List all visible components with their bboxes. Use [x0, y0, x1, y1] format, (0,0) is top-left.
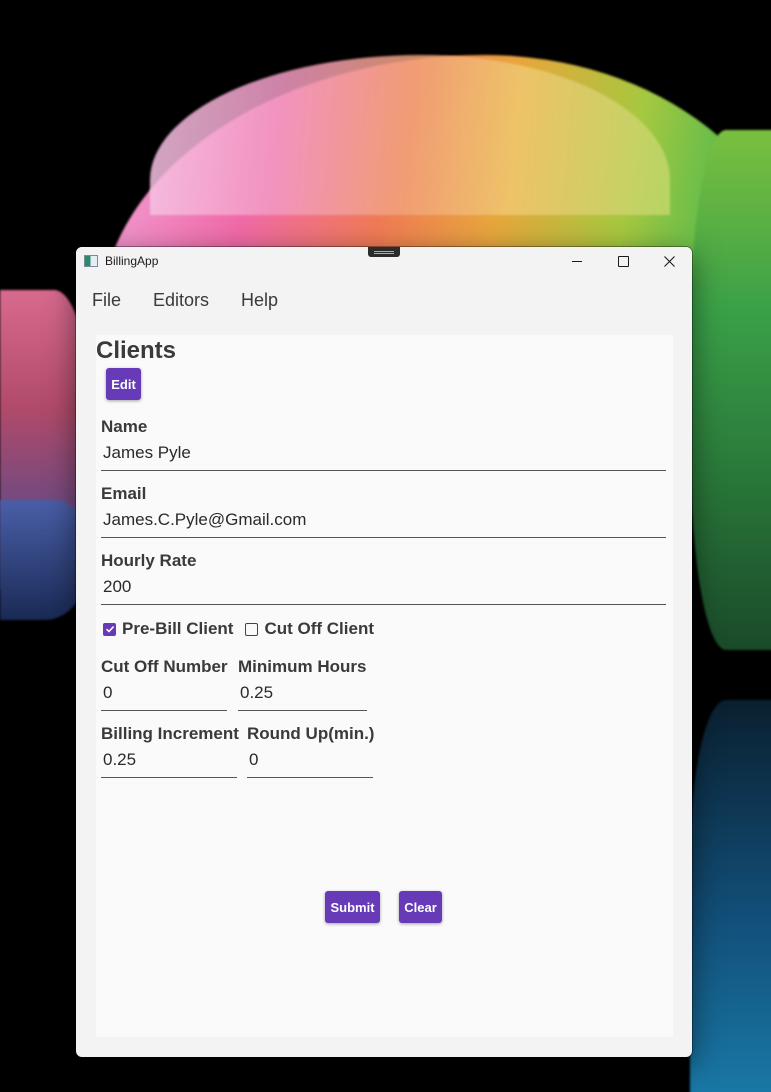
name-field[interactable]	[101, 442, 666, 471]
close-icon	[663, 255, 675, 267]
name-label: Name	[101, 417, 148, 436]
maximize-icon	[617, 255, 629, 267]
clients-panel: Clients Edit Name Email Hourly Rate Pre-…	[96, 335, 673, 1037]
edit-button[interactable]: Edit	[106, 368, 141, 400]
wallpaper-shape	[690, 130, 771, 650]
menu-file[interactable]: File	[76, 290, 137, 311]
billing-increment-label: Billing Increment	[101, 724, 239, 743]
close-button[interactable]	[646, 247, 692, 275]
snap-layout-handle[interactable]	[368, 247, 400, 257]
clear-button[interactable]: Clear	[399, 891, 442, 923]
maximize-button[interactable]	[600, 247, 646, 275]
cutoff-checkbox[interactable]	[245, 622, 259, 636]
client-options: Pre-Bill Client Cut Off Client	[103, 619, 386, 639]
minimum-hours-field[interactable]	[238, 682, 367, 711]
round-up-label: Round Up(min.)	[247, 724, 375, 743]
submit-button[interactable]: Submit	[325, 891, 380, 923]
app-icon	[84, 255, 98, 267]
desktop-background: BillingApp File Editors Help Clients Edi…	[0, 0, 771, 1092]
email-label: Email	[101, 484, 147, 503]
prebill-label[interactable]: Pre-Bill Client	[122, 619, 233, 639]
billing-increment-field[interactable]	[101, 749, 237, 778]
billing-app-window: BillingApp File Editors Help Clients Edi…	[76, 247, 692, 1057]
round-up-field[interactable]	[247, 749, 373, 778]
hourly-rate-label: Hourly Rate	[101, 551, 197, 570]
hourly-rate-field[interactable]	[101, 576, 666, 605]
cutoff-number-label: Cut Off Number	[101, 657, 228, 676]
cutoff-label[interactable]: Cut Off Client	[264, 619, 374, 639]
email-field[interactable]	[101, 509, 666, 538]
minimum-hours-label: Minimum Hours	[238, 657, 367, 676]
menu-help[interactable]: Help	[225, 290, 294, 311]
wallpaper-shape	[690, 700, 771, 1092]
checkmark-icon	[105, 625, 114, 633]
page-title: Clients	[96, 337, 177, 364]
minimize-button[interactable]	[554, 247, 600, 275]
prebill-checkbox[interactable]	[103, 622, 116, 636]
window-title: BillingApp	[105, 254, 159, 268]
menu-editors[interactable]: Editors	[137, 290, 225, 311]
menu-bar: File Editors Help	[76, 277, 692, 323]
cutoff-number-field[interactable]	[101, 682, 227, 711]
minimize-icon	[572, 260, 582, 262]
